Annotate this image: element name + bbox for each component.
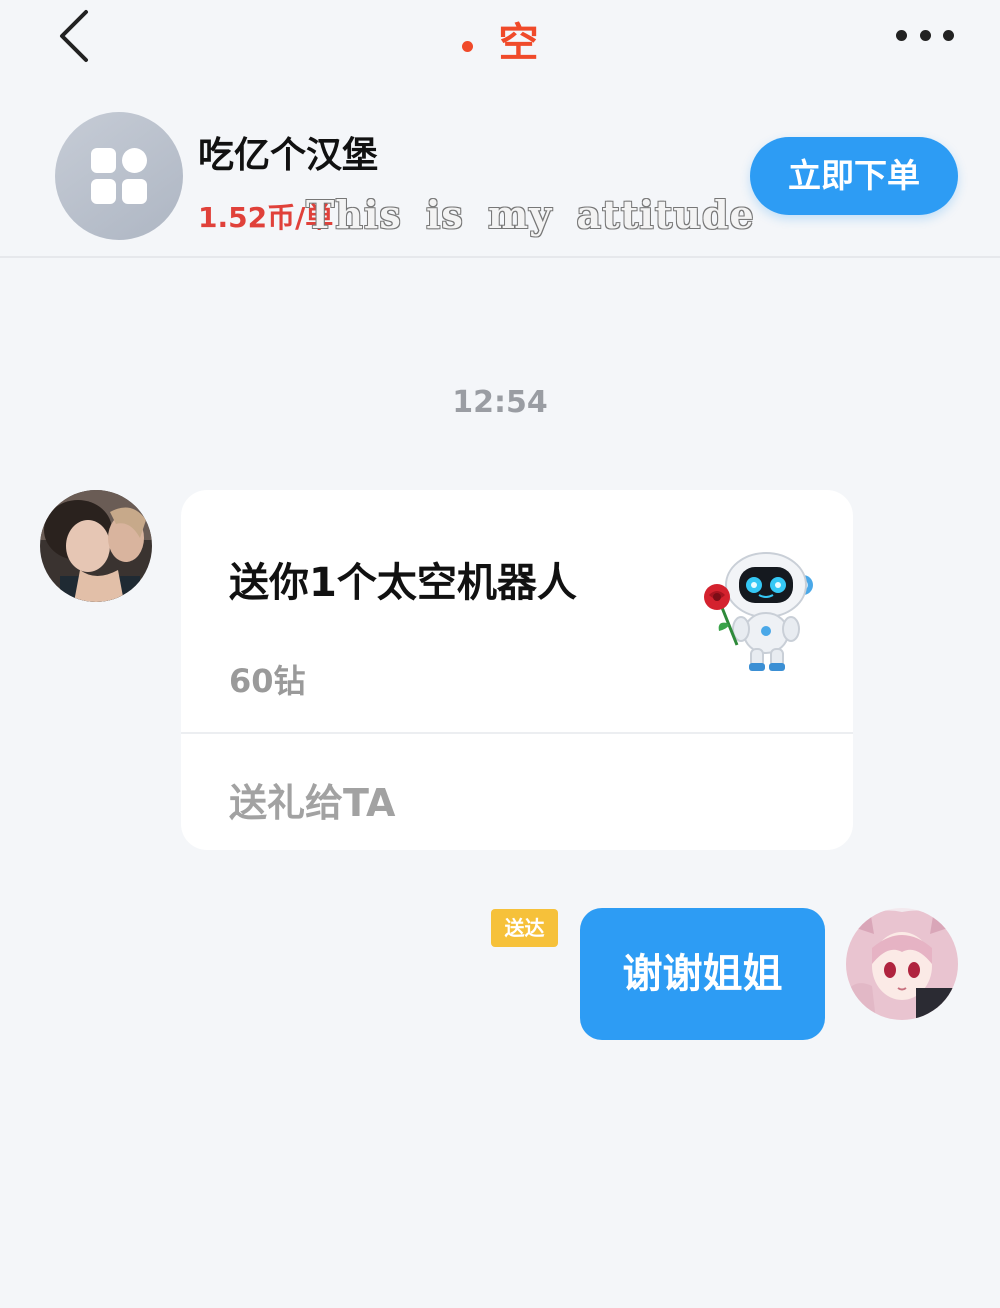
delivered-badge: 送达 (491, 909, 558, 947)
top-bar: 空 (0, 0, 1000, 80)
gift-price: 60钻 (229, 662, 306, 700)
more-dot (919, 29, 931, 41)
page-title: 空 (498, 20, 539, 66)
sender-avatar[interactable] (40, 490, 152, 602)
grid-apps-icon (91, 148, 147, 204)
more-dot (943, 29, 954, 41)
order-now-button[interactable]: 立即下单 (750, 137, 958, 215)
more-dots-icon (896, 29, 907, 41)
title-dot (461, 41, 473, 52)
send-gift-button[interactable]: 送礼给TA (229, 772, 395, 827)
my-avatar-image (846, 908, 958, 1020)
message-timestamp: 12:54 (452, 385, 548, 420)
grid-cell (122, 148, 147, 173)
merchant-avatar[interactable] (55, 112, 183, 240)
gift-title: 送你1个太空机器人 (229, 560, 577, 606)
overlay-caption: This is my attitude (306, 192, 755, 237)
grid-cell (122, 179, 147, 204)
merchant-name: 吃亿个汉堡 (198, 135, 379, 176)
grid-cell (91, 148, 116, 173)
sent-message-bubble[interactable]: 谢谢姐姐 (580, 908, 825, 1040)
my-avatar[interactable] (846, 908, 958, 1020)
sender-photo (40, 490, 152, 602)
card-divider (181, 732, 853, 734)
page-title-wrap: 空 (0, 10, 1000, 68)
more-button[interactable] (890, 18, 960, 52)
robot-with-rose-icon (704, 552, 813, 671)
merchant-header: 吃亿个汉堡 1.52币/单 This is my attitude 立即下单 (0, 100, 1000, 258)
gift-card[interactable]: 送你1个太空机器人 60钻 送礼给TA (181, 490, 853, 850)
grid-cell (91, 179, 116, 204)
